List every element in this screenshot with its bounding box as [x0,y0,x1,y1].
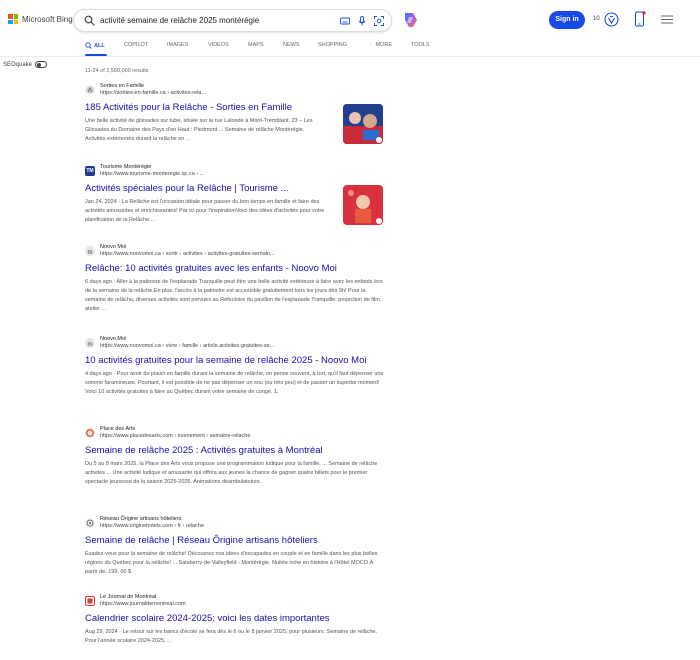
site-url[interactable]: https://www.tourisme-monteregie.qc.ca › … [100,171,204,178]
tab-label: MORE [375,42,393,48]
svg-text:m: m [87,342,92,347]
result-snippet: Du 5 au 8 mars 2025, la Place des Arts v… [85,461,378,485]
search-result: Le Journal de Montréal https://www.journ… [85,594,385,646]
bing-logo[interactable]: Microsoft Bing [8,14,73,24]
copilot-icon[interactable] [401,10,421,30]
site-name: Le Journal de Montréal [100,594,157,600]
seoquake-label: SEOquake [3,61,33,68]
keyboard-icon[interactable] [340,16,350,26]
result-title-link[interactable]: 10 activités gratuites pour la semaine d… [85,354,385,367]
result-source[interactable]: Réseau Ôrigine artisans hôteliers https:… [85,516,385,532]
site-favicon-icon [85,428,95,438]
tab-shopping[interactable]: SHOPPING [318,42,347,48]
result-snippet: 6 days ago · Aller à la patinoire de l'e… [85,279,383,312]
result-snippet: Évadez-vous pour la semaine de relâche! … [85,551,378,575]
tab-label: IMAGES [167,42,189,48]
tab-label: SHOPPING [318,42,348,48]
site-name: Tourisme Montérégie [100,164,152,170]
tab-maps[interactable]: MAPS [248,42,264,48]
result-title-link[interactable]: Activités spéciales pour la Relâche | To… [85,182,325,195]
result-title-link[interactable]: Semaine de relâche | Réseau Ôrigine arti… [85,534,385,547]
search-result: Réseau Ôrigine artisans hôteliers https:… [85,516,385,577]
tab-tools[interactable]: TOOLS [411,42,430,48]
search-result: TM Tourisme Montérégie https://www.touri… [85,164,385,225]
site-url[interactable]: https://www.placedesarts.com › evenement… [100,433,250,440]
result-title-link[interactable]: Calendrier scolaire 2024-2025: voici les… [85,612,385,625]
search-icon[interactable] [84,15,95,26]
site-favicon-icon: m [85,246,95,256]
rewards-count: 10 [593,16,600,22]
search-result: Place des Arts https://www.placedesarts.… [85,426,385,487]
site-url[interactable]: https://www.originehotels.com › fr › rel… [100,523,204,530]
tab-videos[interactable]: VIDEOS [208,42,229,48]
tab-label: VIDEOS [208,42,229,48]
toggle-switch[interactable] [35,61,48,68]
site-url[interactable]: https://www.noovomoi.ca › sortir › activ… [100,251,275,258]
site-url[interactable]: https://www.journaldemontreal.com [100,601,186,608]
result-snippet: 4 days ago · Pour avoir du plaisir en fa… [85,371,384,395]
site-favicon-icon [85,596,95,606]
site-favicon-icon [85,85,95,95]
sign-in-button[interactable]: Sign in [549,11,585,29]
tab-label: TOOLS [411,42,430,48]
result-source[interactable]: m Noovo Moi https://www.noovomoi.ca › so… [85,244,385,260]
site-url[interactable]: https://sorties-en-famille.ca › activite… [100,90,206,97]
search-box[interactable]: activité semaine de relâche 2025 montéré… [73,9,392,32]
result-source[interactable]: Le Journal de Montréal https://www.journ… [85,594,385,610]
result-source[interactable]: TM Tourisme Montérégie https://www.touri… [85,164,385,180]
header: Microsoft Bing activité semaine de relâc… [0,0,700,40]
search-input[interactable]: activité semaine de relâche 2025 montéré… [100,16,259,25]
more-dots-icon: ⋮ [368,42,374,48]
result-thumbnail[interactable] [343,185,383,225]
microphone-icon[interactable] [357,16,367,26]
search-result: m Noovo Moi https://www.noovomoi.ca › so… [85,244,385,314]
hamburger-menu-icon[interactable] [661,15,673,24]
site-name: Réseau Ôrigine artisans hôteliers [100,516,182,522]
search-icon [85,42,92,49]
rewards-icon[interactable] [604,12,619,27]
result-source[interactable]: Place des Arts https://www.placedesarts.… [85,426,385,442]
site-favicon-icon: TM [85,166,95,176]
site-favicon-icon: m [85,338,95,348]
site-name: Place des Arts [100,426,136,432]
tab-more[interactable]: ⋮ MORE [368,42,392,48]
result-source[interactable]: m Noovo Moi https://www.noovomoi.ca › vi… [85,336,385,352]
site-name: Noovo Moi [100,336,127,342]
search-result: Sorties en Famille https://sorties-en-fa… [85,83,385,144]
site-name: Sorties en Famille [100,83,145,89]
svg-text:m: m [87,250,92,255]
result-thumbnail[interactable] [343,104,383,144]
microsoft-logo-icon [8,14,18,24]
result-snippet: Aug 29, 2024 · Le retour sur les bancs d… [85,629,378,644]
visual-search-icon[interactable] [374,16,384,26]
site-url[interactable]: https://www.noovomoi.ca › vivre › famill… [100,343,274,350]
tab-news[interactable]: NEWS [283,42,300,48]
result-title-link[interactable]: 185 Activités pour la Relâche - Sorties … [85,101,325,114]
search-result: m Noovo Moi https://www.noovomoi.ca › vi… [85,336,385,397]
tab-label: NEWS [283,42,300,48]
tab-label: COPILOT [124,42,149,48]
result-title-link[interactable]: Semaine de relâche 2025 : Activités grat… [85,444,385,457]
tab-label: ALL [94,42,105,49]
tab-copilot[interactable]: COPILOT [124,42,148,48]
result-count: 11-24 of 2,560,000 results [85,68,149,74]
seoquake-toggle[interactable]: SEOquake [3,61,48,68]
tab-images[interactable]: IMAGES [167,42,188,48]
phone-icon[interactable] [634,11,646,27]
tab-label: MAPS [248,42,264,48]
site-favicon-icon [85,518,95,528]
logo-text: Microsoft Bing [22,14,73,24]
result-source[interactable]: Sorties en Famille https://sorties-en-fa… [85,83,385,99]
tab-all[interactable]: ALL [85,42,105,49]
result-title-link[interactable]: Relâche: 10 activités gratuites avec les… [85,262,385,275]
result-snippet: Jan 24, 2024 · La Relâche est l'occasion… [85,199,325,223]
result-snippet: Une belle activité de glissades sur tube… [85,118,313,142]
header-divider [0,56,700,57]
site-name: Noovo Moi [100,244,127,250]
